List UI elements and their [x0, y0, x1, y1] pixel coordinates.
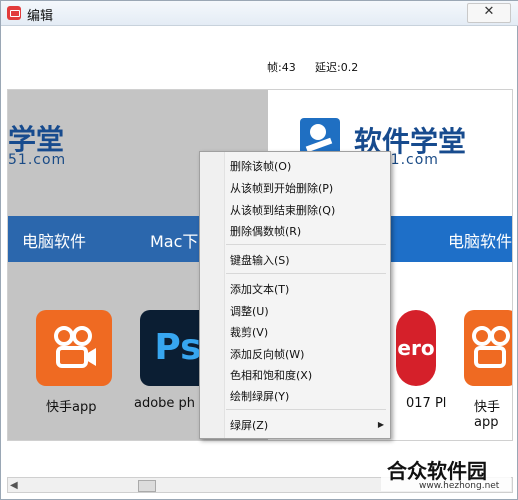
menu-item-delete-frame[interactable]: 删除该帧(O) — [230, 158, 291, 174]
cur-nav-item: 电脑软件 — [448, 232, 513, 251]
menu-separator — [226, 244, 386, 245]
close-button[interactable]: ✕ — [467, 3, 511, 23]
scroll-left-arrow-icon[interactable]: ◀ — [10, 480, 18, 491]
menu-item-add-text[interactable]: 添加文本(T) — [230, 281, 289, 297]
frame-context-menu: 删除该帧(O) 从该帧到开始删除(P) 从该帧到结束删除(Q) 删除偶数帧(R)… — [199, 151, 391, 439]
prev-logo-url: 51.com — [8, 152, 67, 168]
window-title: 编辑 — [27, 9, 54, 24]
delay-readout: 延迟:0.2 — [315, 61, 359, 74]
menu-item-delete-to-start[interactable]: 从该帧到开始删除(P) — [230, 180, 333, 196]
prev-nav-item: Mac下 — [150, 232, 199, 251]
menu-item-delete-to-end[interactable]: 从该帧到结束删除(Q) — [230, 202, 335, 218]
pro-icon: ero — [396, 310, 436, 386]
menu-item-adjust[interactable]: 调整(U) — [230, 303, 269, 319]
prev-nav-item: 电脑软件 — [22, 232, 87, 251]
app-label: 快手app — [474, 400, 501, 430]
editor-window: 编辑 ✕ 帧:43 延迟:0.2 学堂 51.com 电脑软件 Mac下 Ps … — [0, 0, 518, 500]
menu-separator — [226, 273, 386, 274]
app-label: adobe ph — [134, 396, 196, 411]
menu-item-add-reverse-frames[interactable]: 添加反向帧(W) — [230, 346, 304, 362]
menu-item-delete-even-frames[interactable]: 删除偶数帧(R) — [230, 223, 301, 239]
app-icon — [7, 6, 21, 20]
watermark-url: www.hezhong.net — [419, 481, 500, 491]
menu-separator — [226, 409, 386, 410]
kuaishou-icon — [464, 310, 512, 386]
submenu-arrow-icon: ▶ — [377, 420, 384, 429]
app-label: 017 Pl — [406, 396, 447, 411]
menu-item-draw-green-screen[interactable]: 绘制绿屏(Y) — [230, 388, 289, 404]
kuaishou-glyph — [54, 326, 96, 368]
app-label: 快手app — [46, 400, 97, 415]
watermark-text: 合众软件园 — [387, 459, 487, 483]
menu-item-keyboard-input[interactable]: 键盘输入(S) — [230, 252, 290, 268]
menu-item-hue-saturation[interactable]: 色相和饱和度(X) — [230, 367, 312, 383]
scroll-thumb[interactable] — [138, 480, 156, 492]
menu-icon-gutter — [200, 152, 225, 438]
watermark: 合众软件园 www.hezhong.net — [381, 455, 511, 491]
menu-item-green-screen[interactable]: 绿屏(Z) — [230, 417, 268, 433]
title-bar[interactable]: 编辑 ✕ — [1, 1, 518, 26]
kuaishou-icon — [36, 310, 112, 386]
kuaishou-glyph — [472, 326, 510, 368]
menu-item-crop[interactable]: 裁剪(V) — [230, 324, 268, 340]
frame-counter: 帧:43 — [267, 61, 296, 74]
